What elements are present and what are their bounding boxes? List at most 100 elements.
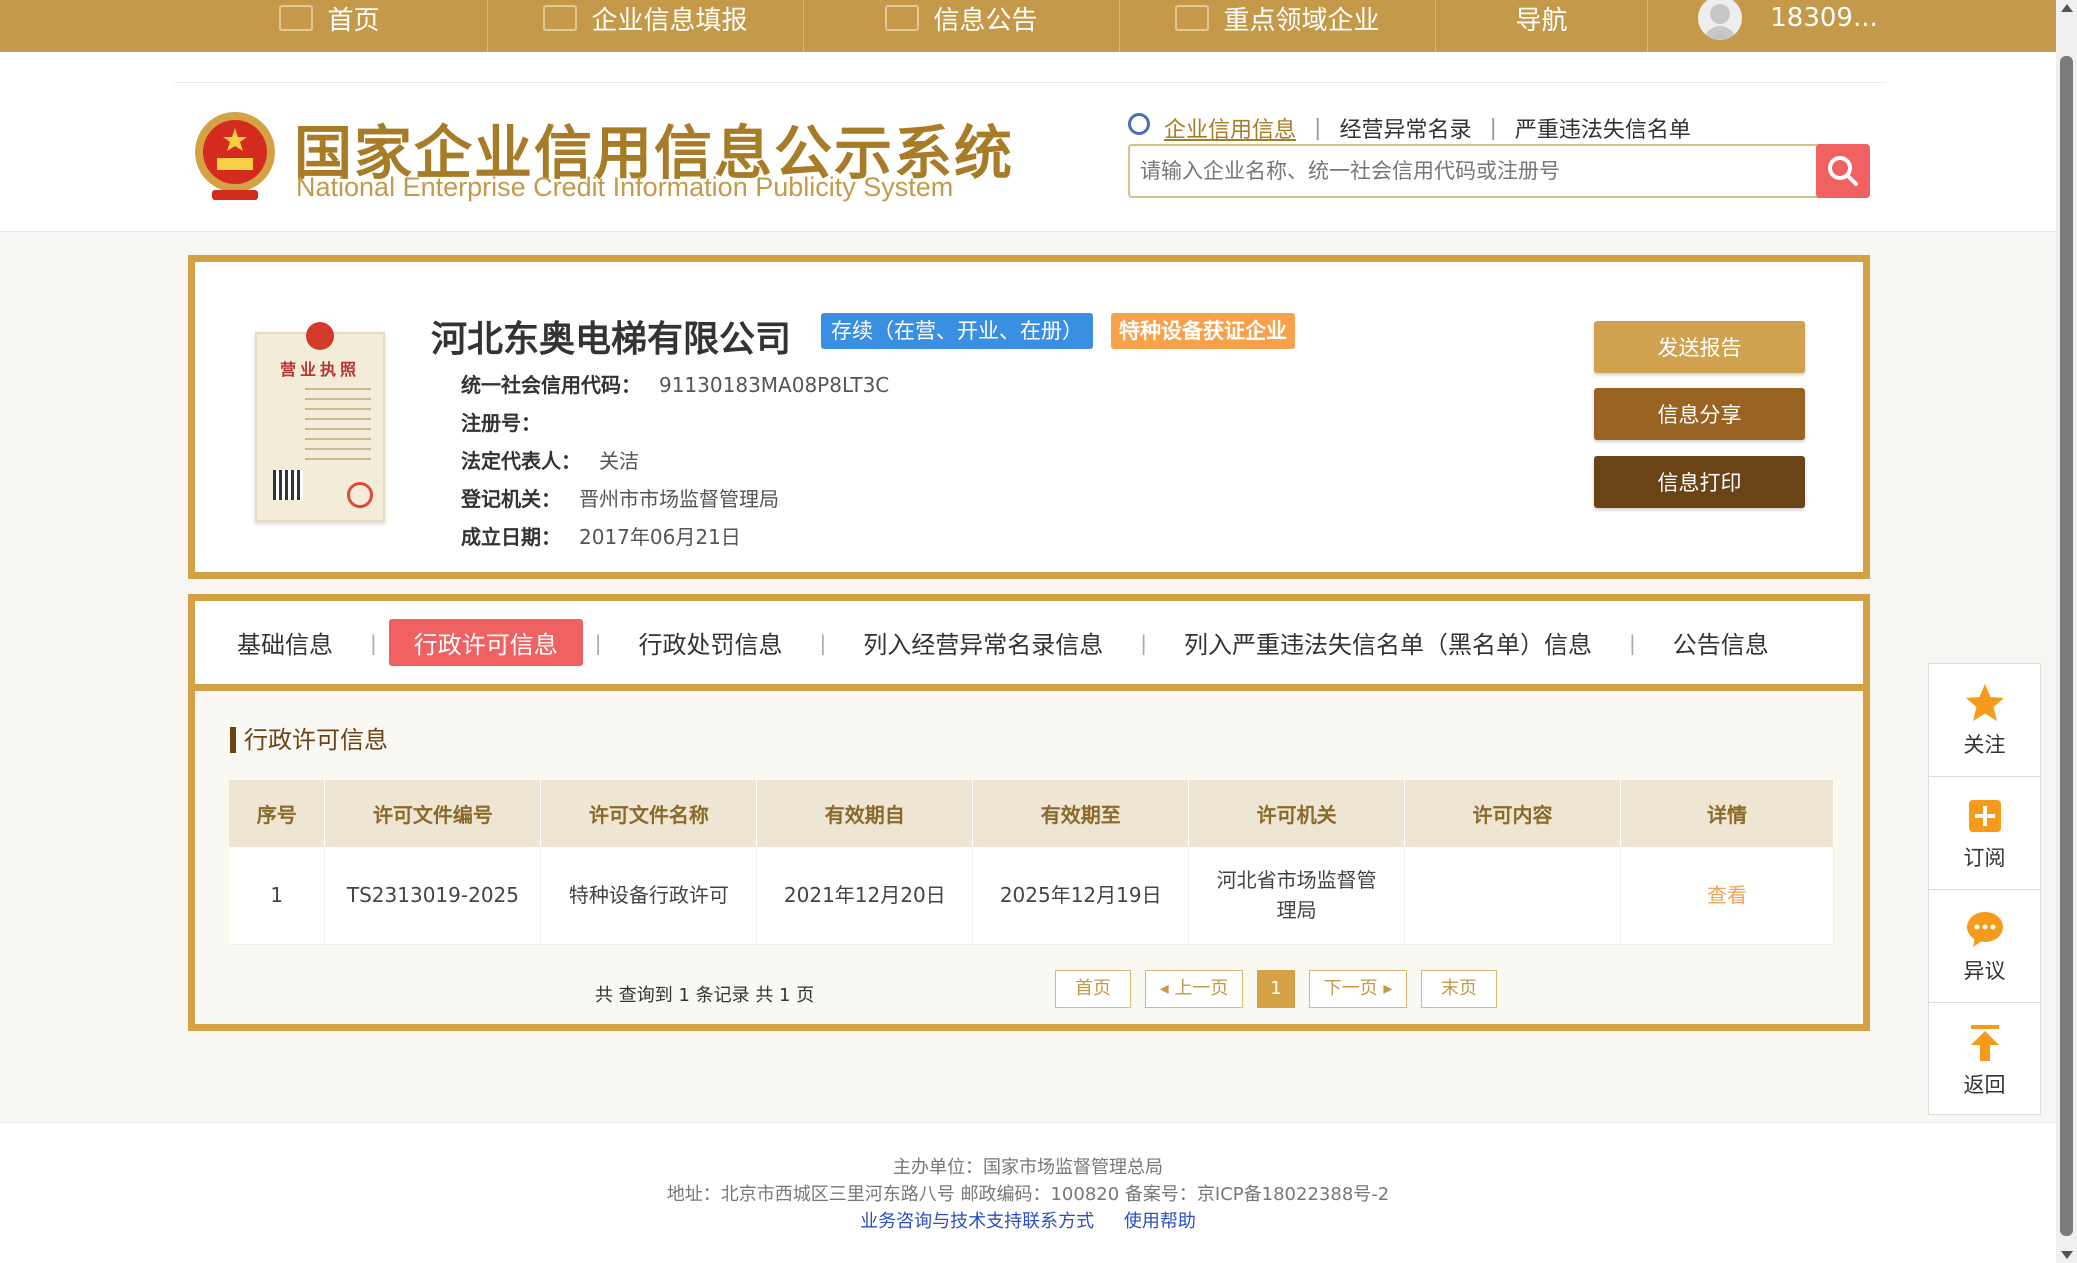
tab-separator: | <box>370 630 377 655</box>
certification-badge: 特种设备获证企业 <box>1111 313 1295 349</box>
business-license-thumbnail[interactable]: 营业执照 <box>255 322 385 522</box>
star-icon <box>1965 684 2004 721</box>
nav-user[interactable]: 18309... <box>1648 0 1928 52</box>
tab-separator: | <box>594 630 602 655</box>
subscribe-label: 订阅 <box>1963 846 2006 870</box>
back-to-top-button[interactable]: 返回 <box>1929 1003 2040 1116</box>
info-value: 2017年06月21日 <box>579 525 741 549</box>
scrollbar[interactable] <box>2056 0 2077 1263</box>
cell-valid-from: 2021年12月20日 <box>756 847 974 945</box>
info-row-authority: 登记机关： 晋州市市场监督管理局 <box>461 480 889 518</box>
seal-icon <box>347 482 373 508</box>
arrow-up-icon <box>1970 1024 1999 1061</box>
scroll-down-icon[interactable] <box>2061 1251 2073 1259</box>
nav-announcements-label: 信息公告 <box>933 5 1038 36</box>
nav-key-sectors[interactable]: 重点领域企业 <box>1120 0 1436 52</box>
search-box <box>1128 144 1870 198</box>
next-page-button[interactable]: 下一页 ▸ <box>1309 970 1407 1008</box>
header-divider <box>174 82 1886 83</box>
scrollbar-thumb[interactable] <box>2060 56 2073 1236</box>
nav-navigation[interactable]: 导航 <box>1436 0 1648 52</box>
nav-announcements[interactable]: 信息公告 <box>804 0 1120 52</box>
tab-announcements[interactable]: 公告信息 <box>1648 619 1794 666</box>
tab-separator: | <box>819 630 827 655</box>
send-report-button[interactable]: 发送报告 <box>1594 321 1805 373</box>
nav-enterprise-report-label: 企业信息填报 <box>591 5 748 36</box>
tab-separator: | <box>1489 115 1497 141</box>
follow-button[interactable]: 关注 <box>1929 664 2040 777</box>
col-header: 许可机关 <box>1188 780 1406 847</box>
national-emblem-icon <box>195 112 275 200</box>
footer-sponsor: 主办单位：国家市场监督管理总局 <box>893 1157 1163 1178</box>
plus-square-icon <box>1968 800 2001 832</box>
pen-icon <box>543 5 578 31</box>
pagination: 首页 ◂ 上一页 1 下一页 ▸ 末页 <box>1055 970 1511 1008</box>
help-link[interactable]: 使用帮助 <box>1124 1211 1196 1232</box>
search-tab-credit[interactable]: 企业信用信息 <box>1164 112 1314 144</box>
qr-code-icon <box>273 470 303 500</box>
info-tabs: 基础信息 | 行政许可信息 | 行政处罚信息 | 列入经营异常名录信息 | 列入… <box>195 601 1863 691</box>
view-details-link[interactable]: 查看 <box>1620 847 1834 945</box>
info-label: 登记机关： <box>461 487 561 511</box>
company-name: 河北东奥电梯有限公司 <box>431 319 792 360</box>
current-page-button[interactable]: 1 <box>1257 970 1295 1008</box>
support-contact-link[interactable]: 业务咨询与技术支持联系方式 <box>860 1211 1094 1232</box>
col-header: 序号 <box>229 780 326 847</box>
tab-blacklist[interactable]: 列入严重违法失信名单（黑名单）信息 <box>1159 619 1617 666</box>
table-row: 1 TS2313019-2025 特种设备行政许可 2021年12月20日 20… <box>229 847 1834 945</box>
follow-label: 关注 <box>1963 733 2006 757</box>
print-info-button[interactable]: 信息打印 <box>1594 456 1805 508</box>
search-input[interactable] <box>1130 146 1810 196</box>
cell-license-number: TS2313019-2025 <box>324 847 542 945</box>
col-header: 许可内容 <box>1404 780 1621 847</box>
info-value: 关洁 <box>599 449 639 473</box>
cell-content <box>1404 847 1621 945</box>
nav-home[interactable]: 首页 <box>172 0 488 52</box>
last-page-button[interactable]: 末页 <box>1421 970 1497 1008</box>
info-row-established: 成立日期： 2017年06月21日 <box>461 518 889 556</box>
tab-admin-license[interactable]: 行政许可信息 <box>388 619 583 666</box>
prev-page-button[interactable]: ◂ 上一页 <box>1145 970 1243 1008</box>
info-row-reg-number: 注册号： <box>461 404 889 442</box>
subscribe-button[interactable]: 订阅 <box>1929 777 2040 890</box>
info-label: 注册号： <box>461 411 541 435</box>
info-row-legal-rep: 法定代表人： 关洁 <box>461 442 889 480</box>
nav-key-sectors-label: 重点领域企业 <box>1223 5 1380 36</box>
info-value: 91130183MA08P8LT3C <box>659 373 890 397</box>
tab-basic-info[interactable]: 基础信息 <box>212 619 358 666</box>
table-header-row: 序号 许可文件编号 许可文件名称 有效期自 有效期至 许可机关 许可内容 详情 <box>229 780 1834 847</box>
footer-links: 业务咨询与技术支持联系方式 使用帮助 <box>0 1207 2056 1233</box>
chevron-right-icon: ▸ <box>1377 978 1393 999</box>
share-info-button[interactable]: 信息分享 <box>1594 388 1805 440</box>
scroll-up-icon[interactable] <box>2061 4 2073 12</box>
search-icon <box>1828 156 1858 186</box>
col-header: 许可文件编号 <box>324 780 542 847</box>
detail-panel: 基础信息 | 行政许可信息 | 行政处罚信息 | 列入经营异常名录信息 | 列入… <box>188 594 1870 1031</box>
site-header: 国家企业信用信息公示系统 National Enterprise Credit … <box>0 52 2056 232</box>
nav-home-label: 首页 <box>327 5 380 36</box>
search-tab-abnormal[interactable]: 经营异常名录 <box>1321 112 1489 144</box>
pager-summary: 共 查询到 1 条记录 共 1 页 <box>595 985 815 1006</box>
cell-index: 1 <box>229 847 326 945</box>
site-title-en: National Enterprise Credit Information P… <box>296 172 954 202</box>
tab-abnormal-list[interactable]: 列入经营异常名录信息 <box>838 619 1128 666</box>
col-header: 有效期自 <box>756 780 974 847</box>
top-nav: 首页 企业信息填报 信息公告 重点领域企业 导航 18309... <box>0 0 2056 52</box>
search-icon <box>1128 113 1150 135</box>
objection-button[interactable]: 异议 <box>1929 890 2040 1003</box>
search-button[interactable] <box>1816 144 1870 198</box>
cell-license-name: 特种设备行政许可 <box>540 847 758 945</box>
tab-admin-penalty[interactable]: 行政处罚信息 <box>614 619 808 666</box>
search-tab-blacklist[interactable]: 严重违法失信名单 <box>1497 112 1709 144</box>
license-title: 营业执照 <box>279 360 360 379</box>
info-row-credit-code: 统一社会信用代码： 91130183MA08P8LT3C <box>461 366 889 404</box>
nav-enterprise-report[interactable]: 企业信息填报 <box>488 0 804 52</box>
user-name: 18309... <box>1770 3 1878 33</box>
footer-address: 地址：北京市西城区三里河东路八号 邮政编码：100820 备案号：京ICP备18… <box>666 1184 1390 1205</box>
objection-label: 异议 <box>1963 959 2006 983</box>
first-page-button[interactable]: 首页 <box>1055 970 1131 1008</box>
info-value: 晋州市市场监督管理局 <box>579 487 779 511</box>
floating-menu: 关注 订阅 异议 返回 <box>1928 663 2041 1115</box>
footer: 主办单位：国家市场监督管理总局 地址：北京市西城区三里河东路八号 邮政编码：10… <box>0 1122 2056 1263</box>
tab-separator: | <box>1140 630 1147 655</box>
